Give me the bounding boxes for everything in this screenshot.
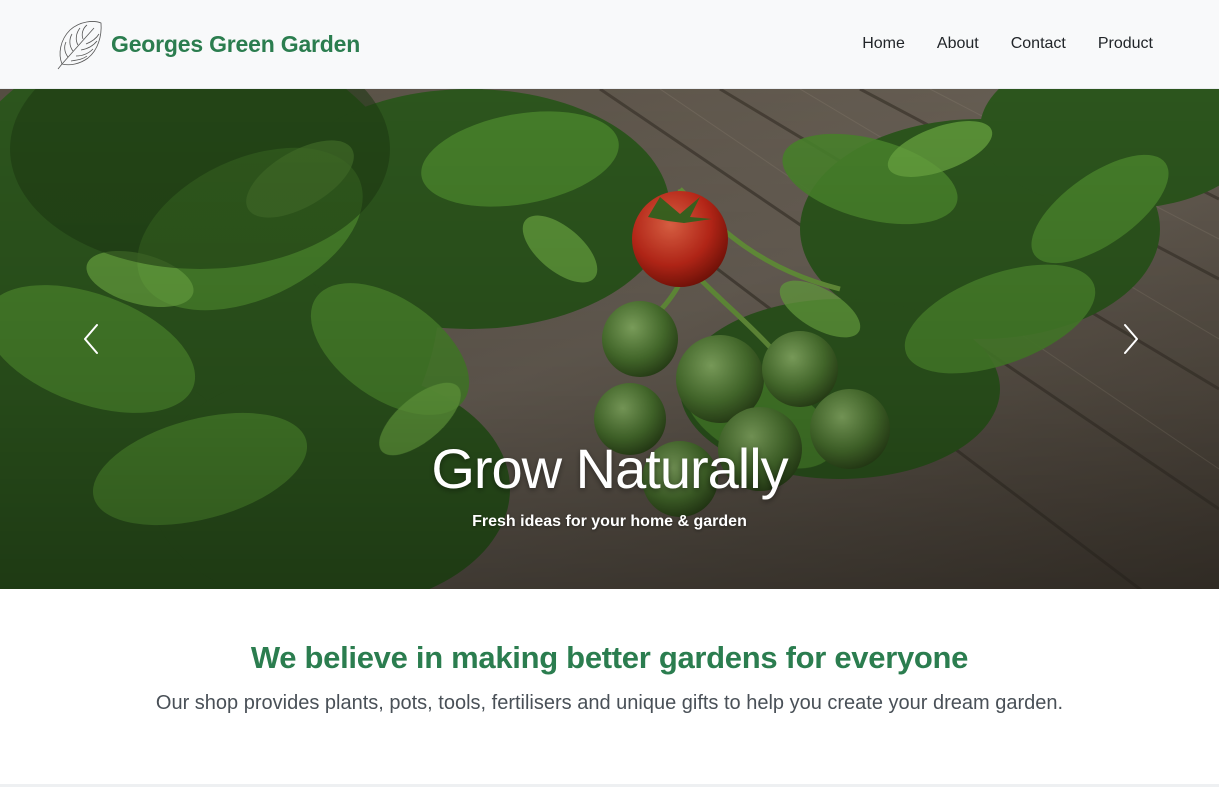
section-divider (0, 784, 1219, 787)
nav-link-contact[interactable]: Contact (995, 33, 1082, 55)
carousel-caption: Grow Naturally Fresh ideas for your home… (0, 437, 1219, 533)
brand-link[interactable]: Georges Green Garden (54, 18, 360, 70)
hero-carousel: Grow Naturally Fresh ideas for your home… (0, 89, 1219, 589)
hero-subtitle: Fresh ideas for your home & garden (472, 513, 747, 530)
intro-heading: We believe in making better gardens for … (250, 640, 969, 675)
monstera-leaf-icon (57, 21, 102, 70)
intro-section: We believe in making better gardens for … (0, 589, 1219, 786)
carousel-next-button[interactable] (1111, 319, 1151, 359)
nav-link-product[interactable]: Product (1082, 33, 1153, 55)
navbar: Georges Green Garden Home About Contact … (0, 0, 1219, 89)
carousel-prev-button[interactable] (71, 319, 111, 359)
hero-title: Grow Naturally (431, 437, 788, 500)
chevron-right-icon (1124, 324, 1138, 354)
nav-link-about[interactable]: About (921, 33, 995, 55)
nav-link-home[interactable]: Home (846, 33, 921, 55)
brand-name: Georges Green Garden (111, 30, 361, 57)
chevron-left-icon (84, 324, 98, 354)
nav-links: Home About Contact Product (846, 33, 1153, 55)
intro-text: Our shop provides plants, pots, tools, f… (155, 692, 1064, 714)
